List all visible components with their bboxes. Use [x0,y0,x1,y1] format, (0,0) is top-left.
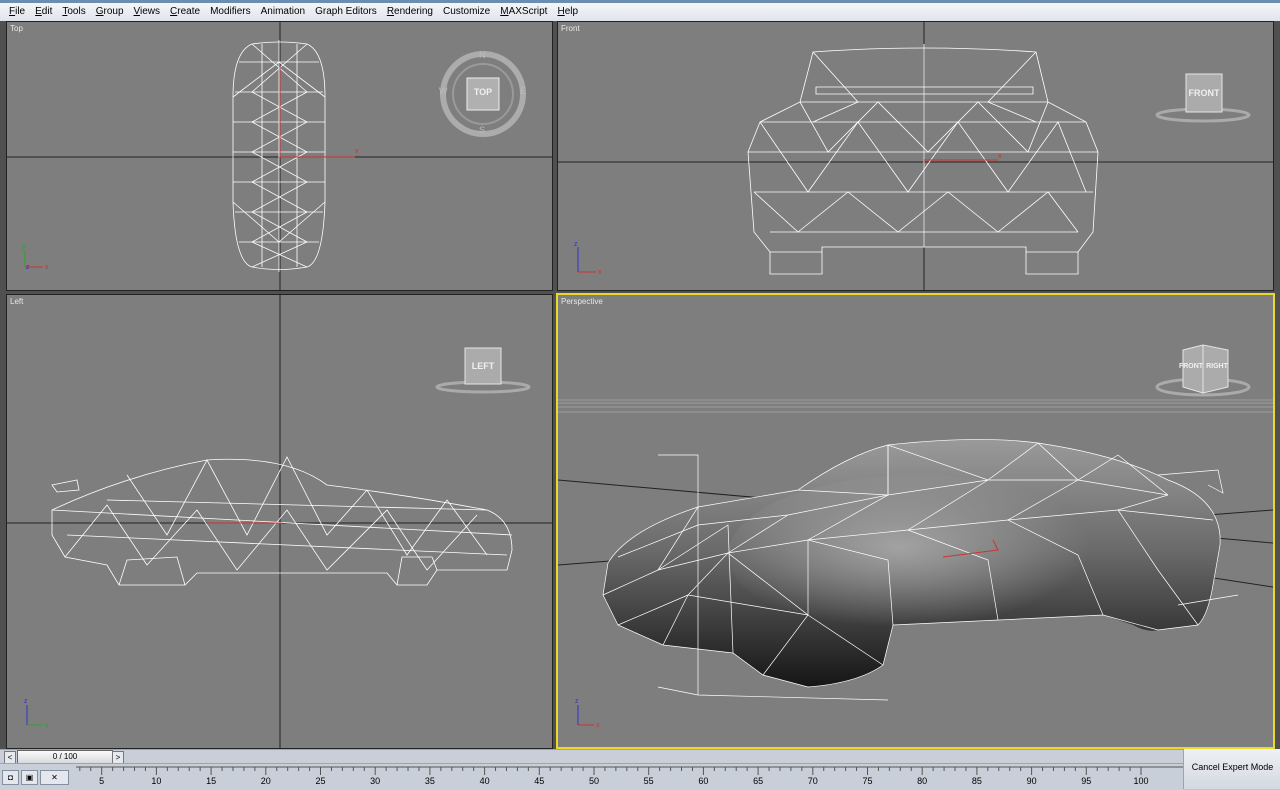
front-view-canvas: x z x [558,22,1273,290]
viewport-label[interactable]: Left [10,297,23,306]
timeline-tick-label: 60 [698,776,709,786]
cancel-expert-mode-button[interactable]: Cancel Expert Mode [1183,749,1280,789]
timeline-tick-label: 75 [862,776,873,786]
compass-west-label: W [439,86,448,96]
viewcube-left-icon[interactable]: LEFT [463,361,503,371]
menu-bar: File Edit Tools Group Views Create Modifiers An… [0,3,1280,22]
time-slider-thumb[interactable]: 0 / 100 [17,750,113,764]
menu-item[interactable]: Customize [438,3,495,21]
viewport-label[interactable]: Front [561,24,580,33]
time-slider-bar: < 0 / 100 > [0,749,1183,764]
viewcube-front-face-icon[interactable]: FRONT [1177,363,1205,370]
svg-text:y: y [45,722,49,729]
viewport-left[interactable]: z y Left LEFT [6,294,553,749]
timeline-tick-label: 80 [917,776,928,786]
viewport-perspective[interactable]: z x Perspective FRONT RIGHT [556,293,1275,749]
svg-text:x: x [598,269,602,276]
timeline-tick-label: 95 [1081,776,1092,786]
viewport-area: x y x z Top TOP N E S W x z x Front FRON… [0,21,1280,749]
svg-text:z: z [575,698,579,705]
timeline-tick-label: 85 [971,776,982,786]
menu-item[interactable]: Modifiers [205,3,256,21]
timeline-tick-label: 100 [1133,776,1149,786]
menu-item[interactable]: Help [552,3,583,21]
compass-north-label: N [479,50,486,60]
menu-item[interactable]: Edit [30,3,57,21]
timeline-tick-label: 35 [424,776,435,786]
svg-text:x: x [355,148,359,155]
svg-text:y: y [22,243,26,250]
timeline-tick-label: 50 [588,776,600,786]
timeline-tick-label: 15 [206,776,217,786]
timeline-tick-label: 65 [753,776,764,786]
menu-item[interactable]: File [0,3,30,21]
timeline-tick-label: 20 [260,776,271,786]
timeline-tick-label: 45 [534,776,545,786]
viewport-front[interactable]: x z x Front FRONT [557,21,1274,291]
top-view-canvas: x y x z [7,22,552,290]
menu-item[interactable]: Rendering [382,3,438,21]
svg-text:x: x [45,264,49,271]
viewport-label[interactable]: Perspective [561,297,603,306]
menu-item[interactable]: Graph Editors [310,3,382,21]
timeline-tick-label: 10 [151,776,162,786]
menu-item[interactable]: Group [91,3,129,21]
viewcube-top-icon[interactable]: TOP [467,87,499,97]
menu-item[interactable]: Create [165,3,205,21]
svg-text:z: z [24,698,28,705]
timeline-tick-label: 5 [99,776,105,786]
menu-item[interactable]: Tools [57,3,90,21]
svg-text:z: z [574,241,578,248]
car-wireframe-top [232,40,326,272]
timeline-tick-label: 25 [315,776,326,786]
svg-text:x: x [596,722,600,729]
compass-east-label: E [520,86,527,96]
car-wireframe-front [747,44,1099,275]
viewport-label[interactable]: Top [10,24,23,33]
svg-text:x: x [998,153,1002,160]
compass-south-label: S [479,125,486,135]
car-wireframe-left [51,456,513,586]
timeline-tick-label: 70 [807,776,818,786]
timeline-tick-label: 55 [643,776,654,786]
viewport-top[interactable]: x y x z Top TOP N E S W [6,21,553,291]
menu-item[interactable]: Animation [256,3,310,21]
car-shaded-perspective [603,439,1221,687]
menu-item[interactable]: Views [129,3,166,21]
track-bar[interactable]: ◘ ▣ ✕ 5 10 15 20 25 30 35 40 45 50 55 60 65 70 75 80 85 9… [0,763,1183,790]
viewcube-front-icon[interactable]: FRONT [1184,88,1224,98]
timeline-tick-label: 90 [1026,776,1037,786]
viewcube-right-face-icon[interactable]: RIGHT [1203,363,1231,370]
svg-text:z: z [26,264,30,271]
perspective-view-canvas: z x [558,344,1273,729]
timeline-tick-label: 30 [370,776,381,786]
menu-item[interactable]: MAXScript [495,3,552,21]
timeline-tick-label: 40 [479,776,490,786]
